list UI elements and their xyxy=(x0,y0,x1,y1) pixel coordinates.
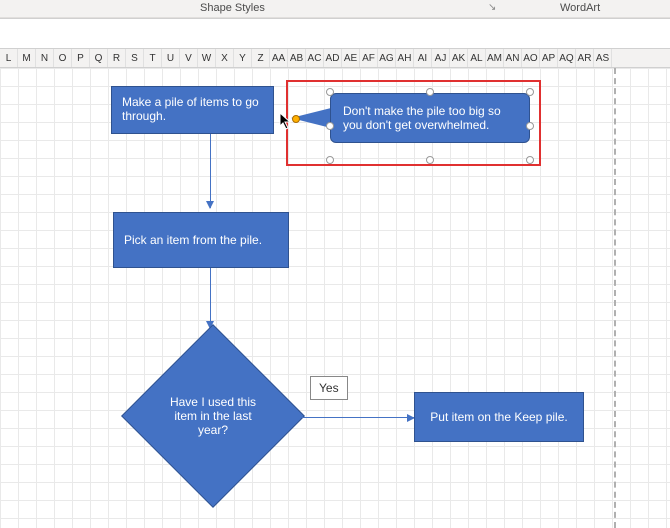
column-header[interactable]: S xyxy=(126,49,144,67)
column-header[interactable]: AB xyxy=(288,49,306,67)
selection-handle[interactable] xyxy=(326,156,334,164)
flow-step-make-pile-text: Make a pile of items to go through. xyxy=(122,95,263,123)
callout-adjust-handle[interactable] xyxy=(292,115,300,123)
flow-step-pick-item-text: Pick an item from the pile. xyxy=(124,233,262,247)
flow-step-make-pile[interactable]: Make a pile of items to go through. xyxy=(111,86,274,134)
ribbon-group-shape-styles[interactable]: Shape Styles xyxy=(200,2,265,14)
column-header[interactable]: R xyxy=(108,49,126,67)
column-header[interactable]: N xyxy=(36,49,54,67)
column-header[interactable]: AP xyxy=(540,49,558,67)
flow-decision-text: Have I used this item in the last year? xyxy=(160,395,266,437)
column-header[interactable]: AQ xyxy=(558,49,576,67)
column-header[interactable]: AE xyxy=(342,49,360,67)
column-header[interactable]: AH xyxy=(396,49,414,67)
column-header[interactable]: T xyxy=(144,49,162,67)
selection-handle[interactable] xyxy=(526,122,534,130)
flow-step-keep-pile-text: Put item on the Keep pile. xyxy=(430,410,567,424)
column-header[interactable]: L xyxy=(0,49,18,67)
selection-handle[interactable] xyxy=(526,88,534,96)
ribbon: Shape Styles ↘ WordArt xyxy=(0,0,670,18)
flow-step-keep-pile[interactable]: Put item on the Keep pile. xyxy=(414,392,584,442)
column-header[interactable]: AI xyxy=(414,49,432,67)
column-headers[interactable]: LMNOPQRSTUVWXYZAAABACADAEAFAGAHAIAJAKALA… xyxy=(0,48,670,68)
column-header[interactable]: W xyxy=(198,49,216,67)
column-header[interactable]: P xyxy=(72,49,90,67)
selection-handle[interactable] xyxy=(526,156,534,164)
column-header[interactable]: AG xyxy=(378,49,396,67)
selection-handle[interactable] xyxy=(326,122,334,130)
column-header[interactable]: AM xyxy=(486,49,504,67)
column-header[interactable]: AJ xyxy=(432,49,450,67)
callout-tip[interactable]: Don't make the pile too big so you don't… xyxy=(330,93,530,143)
column-header[interactable]: AR xyxy=(576,49,594,67)
column-header[interactable]: AS xyxy=(594,49,612,67)
dialog-launcher-icon[interactable]: ↘ xyxy=(488,2,496,13)
column-header[interactable]: AK xyxy=(450,49,468,67)
column-header[interactable]: AO xyxy=(522,49,540,67)
column-header[interactable]: Z xyxy=(252,49,270,67)
ribbon-separator xyxy=(0,18,670,19)
column-header[interactable]: Y xyxy=(234,49,252,67)
flow-step-pick-item[interactable]: Pick an item from the pile. xyxy=(113,212,289,268)
column-header[interactable]: X xyxy=(216,49,234,67)
column-header[interactable]: AL xyxy=(468,49,486,67)
decision-label-yes-text: Yes xyxy=(319,381,339,395)
column-header[interactable]: Q xyxy=(90,49,108,67)
column-header[interactable]: V xyxy=(180,49,198,67)
decision-label-yes[interactable]: Yes xyxy=(310,376,348,400)
connector-arrow-down-2[interactable] xyxy=(210,268,211,328)
selection-handle[interactable] xyxy=(426,156,434,164)
column-header[interactable]: AD xyxy=(324,49,342,67)
connector-arrow-down-1[interactable] xyxy=(210,134,211,208)
page-break-line xyxy=(614,68,616,528)
connector-arrow-right[interactable] xyxy=(302,417,414,418)
column-header[interactable]: O xyxy=(54,49,72,67)
flow-decision-text-wrap: Have I used this item in the last year? xyxy=(160,371,266,461)
column-header[interactable]: AN xyxy=(504,49,522,67)
worksheet-grid[interactable]: Make a pile of items to go through. Don'… xyxy=(0,68,670,528)
column-header[interactable]: AC xyxy=(306,49,324,67)
column-header[interactable]: M xyxy=(18,49,36,67)
column-header[interactable]: AF xyxy=(360,49,378,67)
selection-handle[interactable] xyxy=(326,88,334,96)
selection-handle[interactable] xyxy=(426,88,434,96)
ribbon-group-wordart[interactable]: WordArt xyxy=(560,2,600,14)
callout-tip-text: Don't make the pile too big so you don't… xyxy=(343,104,501,132)
column-header[interactable]: U xyxy=(162,49,180,67)
column-header[interactable]: AA xyxy=(270,49,288,67)
